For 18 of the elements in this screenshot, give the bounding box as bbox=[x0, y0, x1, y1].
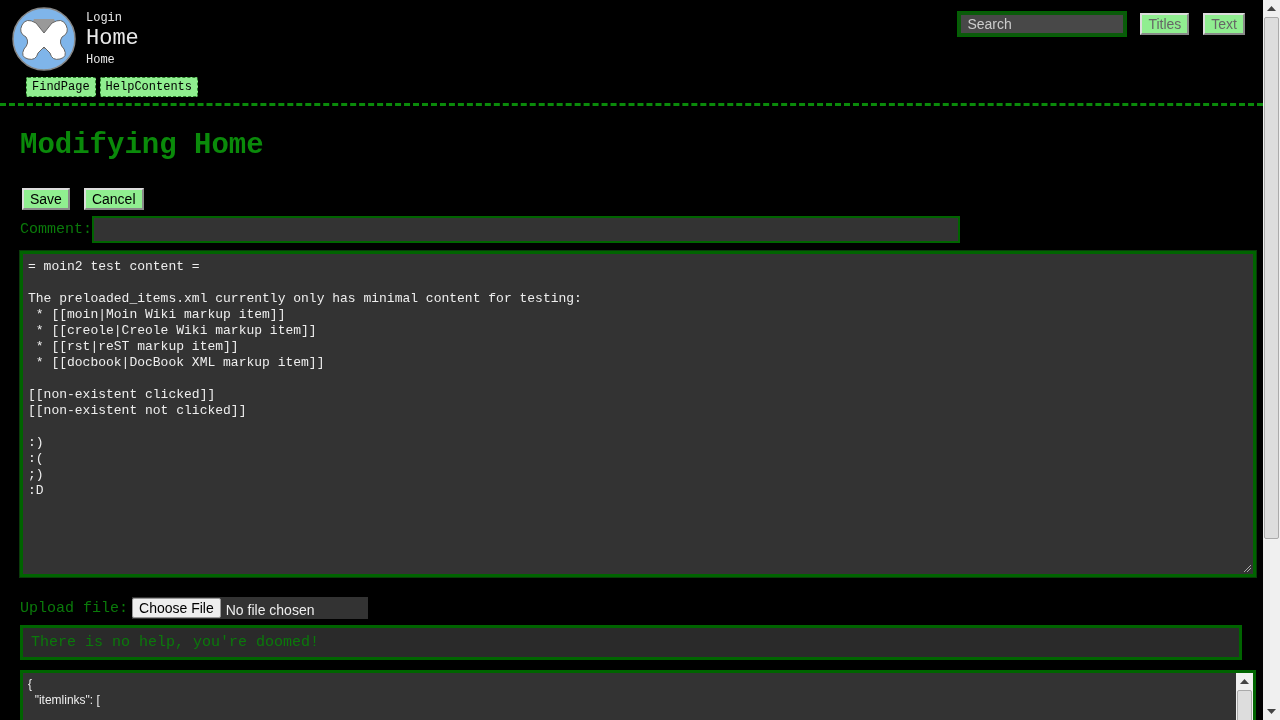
help-message: There is no help, you're doomed! bbox=[20, 625, 1242, 660]
comment-label: Comment: bbox=[20, 221, 92, 238]
page-title: Modifying Home bbox=[20, 128, 265, 164]
nav-link[interactable]: FindPage bbox=[26, 77, 96, 97]
breadcrumb-link[interactable]: Home bbox=[86, 53, 139, 67]
editor-textarea[interactable]: = moin2 test content = The preloaded_items.xml currently only has minimal content for testing: * [[moin|Moin Wiki markup item]] * [[creole|Creole Wiki markup item]] * [[rst|reST markup item]] * [[docbook|DocBook XML markup item]] [[non-existent clicked]] [[non-existent not clicked]] :) :( ;) :D bbox=[20, 251, 1256, 577]
upload-label: Upload file: bbox=[20, 599, 129, 617]
login-link[interactable]: Login bbox=[86, 11, 139, 25]
search-field[interactable]: Search bbox=[958, 12, 1127, 36]
cancel-button[interactable]: Cancel bbox=[83, 188, 144, 210]
site-title: Home bbox=[86, 25, 139, 53]
nav-link[interactable]: HelpContents bbox=[99, 77, 199, 97]
search-button[interactable]: Titles bbox=[1140, 13, 1190, 35]
save-button[interactable]: Save bbox=[22, 188, 70, 210]
choose-file-button[interactable]: Choose File bbox=[132, 598, 221, 618]
search-button[interactable]: Text bbox=[1203, 13, 1245, 35]
metadata-textarea[interactable]: { "itemlinks": [ bbox=[20, 670, 1256, 720]
file-status: No file chosen bbox=[225, 602, 315, 618]
